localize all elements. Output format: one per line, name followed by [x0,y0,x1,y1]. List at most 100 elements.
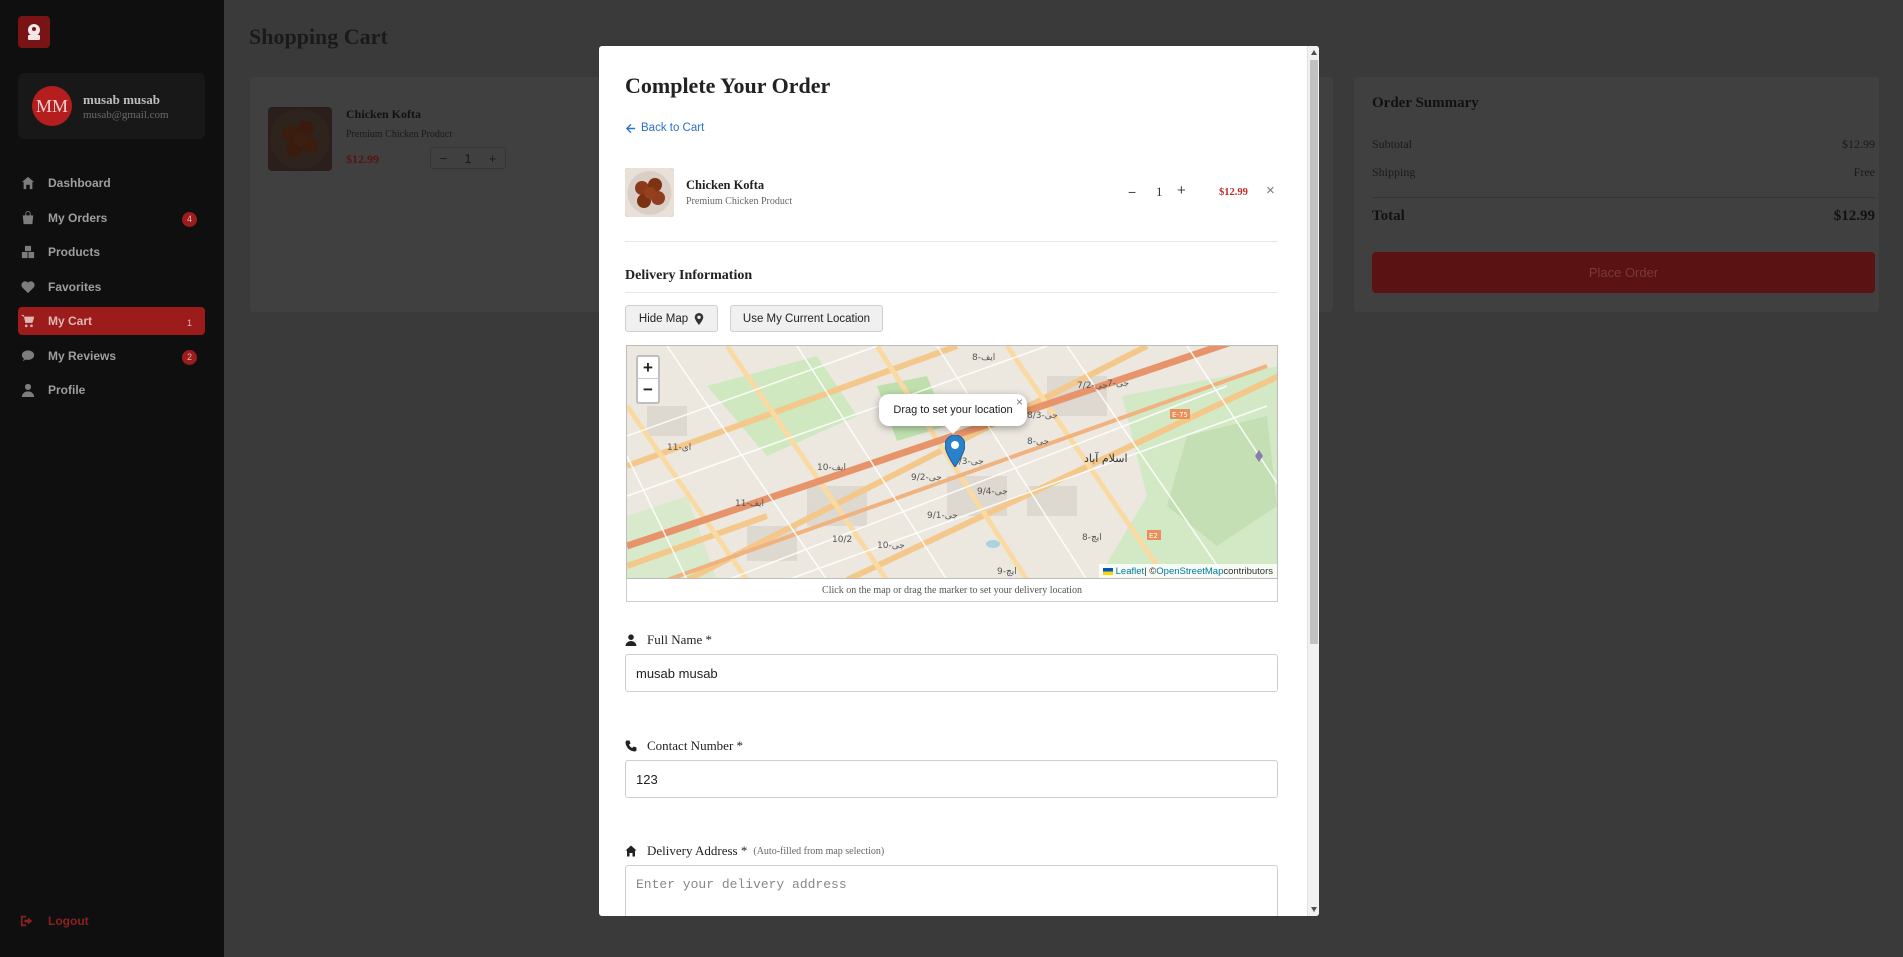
user-icon [625,634,637,646]
product-thumbnail [625,168,674,217]
delivery-address-textarea[interactable]: Enter your delivery address [625,865,1278,916]
sidebar-item-label: Products [48,245,101,259]
user-icon [20,382,36,398]
shipping-label: Shipping [1372,165,1416,179]
contact-number-input[interactable]: 123 [625,760,1278,798]
svg-text:جی-10: جی-10 [877,541,905,551]
sidebar-item-label: My Reviews [48,348,117,363]
home-icon [20,175,36,191]
decrease-qty-button[interactable]: − [440,151,448,166]
sidebar-item-dashboard[interactable]: Dashboard [18,169,205,197]
map-popup: Drag to set your location × [879,394,1027,434]
divider [625,292,1278,293]
svg-text:جی-7/2: جی-7/2 [1077,381,1108,391]
scrollbar-thumb[interactable] [1310,60,1318,644]
comment-icon [20,348,36,364]
delivery-address-hint: (Auto-filled from map selection) [753,845,885,857]
back-to-cart-label: Back to Cart [641,122,705,134]
app-logo[interactable] [18,16,50,48]
svg-text:ای-11: ای-11 [667,443,691,453]
svg-text:جی-8: جی-8 [1027,437,1049,447]
sidebar-item-label: Profile [48,383,86,397]
sidebar-item-label: My Cart [48,314,93,328]
increase-qty-button[interactable]: + [489,151,497,166]
ukraine-flag-icon [1102,567,1113,575]
cart-quantity-stepper[interactable]: − 1 + [430,147,506,169]
zoom-in-button[interactable]: + [638,357,658,379]
cart-count-badge: 1 [186,317,192,328]
user-email: musab@gmail.com [83,108,169,121]
order-summary-panel: Order Summary Subtotal $12.99 Shipping F… [1354,77,1879,312]
map-zoom-control: + − [636,355,660,404]
modal-scrollbar[interactable] [1307,46,1319,916]
cart-item-price: $12.99 [346,152,379,166]
modal-item-price: $12.99 [1219,187,1248,198]
logout-button[interactable]: Logout [20,914,89,928]
svg-text:جی-9/4: جی-9/4 [977,487,1008,497]
sidebar-item-my-reviews[interactable]: My Reviews 2 [18,342,205,370]
map-caption: Click on the map or drag the marker to s… [626,579,1278,602]
shipping-value: Free [1853,165,1875,179]
svg-text:10/2: 10/2 [832,535,852,545]
sidebar: MM musab musab musab@gmail.com Dashboard… [0,0,224,957]
delivery-address-label-text: Delivery Address * [647,843,748,858]
total-value: $12.99 [1833,208,1875,224]
place-order-button[interactable]: Place Order [1372,252,1875,293]
leaflet-link[interactable]: Leaflet [1116,566,1145,577]
modal-qty-value: 1 [1156,184,1163,199]
logout-label: Logout [48,914,89,928]
cart-icon [20,313,36,329]
cart-item-subtitle: Premium Chicken Product [346,129,453,140]
order-summary-title: Order Summary [1372,95,1479,111]
user-name: musab musab [83,91,160,107]
sidebar-item-profile[interactable]: Profile [18,376,205,404]
subtotal-label: Subtotal [1372,137,1413,151]
product-thumbnail [268,107,332,171]
full-name-label-text: Full Name * [647,632,712,647]
popup-close-button[interactable]: × [1016,395,1023,409]
sidebar-item-products[interactable]: Products [18,238,205,266]
full-name-label: Full Name * [625,632,712,648]
hide-map-button[interactable]: Hide Map [625,305,718,332]
home-icon [625,845,637,857]
map-popup-text: Drag to set your location [893,404,1013,416]
full-name-input[interactable]: musab musab [625,654,1278,692]
chicken-logo-icon [28,24,40,40]
scroll-down-arrow-icon[interactable] [1311,907,1317,912]
svg-text:جی-9/2: جی-9/2 [911,473,942,483]
svg-text:ایف-10: ایف-10 [817,463,846,473]
svg-text:ایچ-8: ایچ-8 [1082,533,1102,543]
svg-text:ایچ-9: ایچ-9 [997,567,1017,577]
heart-icon [20,279,36,295]
sidebar-item-favorites[interactable]: Favorites [18,273,205,301]
checkout-modal: Complete Your Order Back to Cart Chicken… [599,46,1319,916]
sign-out-icon [20,915,33,927]
delivery-map[interactable]: ایف-8 جی-7/2 جی-7 جی-8/3 ای-11 ایف-10 جی-9/… [626,345,1278,579]
sidebar-item-my-orders[interactable]: My Orders 4 [18,204,205,232]
reviews-count-badge: 2 [182,349,197,365]
svg-text:جی-7: جی-7 [1107,379,1129,389]
increase-qty-button[interactable]: + [1177,182,1186,199]
zoom-out-button[interactable]: − [638,379,658,401]
user-card[interactable]: MM musab musab musab@gmail.com [18,73,205,139]
delivery-section-title: Delivery Information [625,268,753,283]
map-marker-icon[interactable] [944,434,966,468]
remove-item-button[interactable]: × [1266,182,1275,199]
back-to-cart-link[interactable]: Back to Cart [625,122,704,134]
modal-item-name: Chicken Kofta [686,178,765,192]
page-title: Shopping Cart [249,24,388,49]
sidebar-item-my-cart[interactable]: My Cart 1 [18,307,205,335]
scroll-up-arrow-icon[interactable] [1311,50,1317,55]
avatar: MM [32,86,72,126]
cart-item-name: Chicken Kofta [346,107,421,121]
total-row: Total $12.99 [1372,208,1875,225]
attribution-separator: | © [1144,565,1157,577]
decrease-qty-button[interactable]: − [1128,184,1136,200]
orders-count-badge: 4 [182,211,197,227]
boxes-icon [20,244,36,260]
openstreetmap-link[interactable]: OpenStreetMap [1156,566,1223,577]
delivery-address-label: Delivery Address * (Auto-filled from map… [625,843,884,859]
shopping-bag-icon [20,210,36,226]
subtotal-row: Subtotal $12.99 [1372,137,1875,152]
use-current-location-button[interactable]: Use My Current Location [730,305,883,332]
